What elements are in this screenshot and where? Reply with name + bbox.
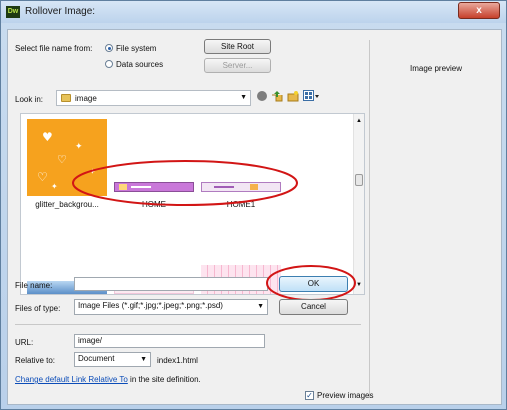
up-folder-icon[interactable]: [271, 90, 283, 102]
folder-icon: [61, 94, 71, 102]
files-of-type-dropdown[interactable]: Image Files (*.gif;*.jpg;*.jpeg;*.png;*.…: [74, 299, 268, 315]
relative-to-value: Document: [78, 354, 115, 363]
preview-separator: [369, 40, 370, 398]
link-relative-note: Change default Link Relative To in the s…: [15, 375, 201, 384]
cancel-button[interactable]: Cancel: [279, 299, 348, 315]
file-system-radio[interactable]: [105, 44, 113, 52]
server-button[interactable]: Server...: [204, 58, 271, 73]
data-sources-radio[interactable]: [105, 60, 113, 68]
files-of-type-label: Files of type:: [15, 304, 61, 313]
url-input[interactable]: image/: [74, 334, 265, 348]
close-button[interactable]: x: [458, 2, 500, 19]
new-folder-icon[interactable]: [287, 90, 299, 102]
dialog-body: Select file name from: File system Data …: [7, 29, 502, 405]
back-icon[interactable]: [257, 91, 267, 101]
chevron-down-icon: ▼: [257, 303, 264, 310]
red-annotation-circle: [266, 265, 356, 301]
chevron-down-icon: ▼: [140, 356, 147, 363]
chevron-down-icon: ▼: [240, 94, 247, 101]
look-in-label: Look in:: [15, 95, 44, 104]
preview-images-checkbox[interactable]: ✓: [305, 391, 314, 400]
image-preview-label: Image preview: [410, 64, 463, 73]
preview-images-label: Preview images: [317, 391, 374, 400]
files-of-type-value: Image Files (*.gif;*.jpg;*.jpeg;*.png;*.…: [78, 301, 223, 310]
look-in-value: image: [75, 94, 97, 103]
url-label: URL:: [15, 338, 34, 347]
form-separator: [15, 324, 361, 325]
relative-to-label: Relative to:: [15, 356, 56, 365]
file-name-label: File name:: [15, 281, 53, 290]
relative-to-file: index1.html: [157, 356, 198, 365]
relative-to-dropdown[interactable]: Document ▼: [74, 352, 151, 367]
dreamweaver-app-icon: Dw: [6, 6, 20, 18]
view-menu-icon[interactable]: [303, 90, 319, 102]
file-name-input[interactable]: [74, 277, 268, 291]
link-note-rest: in the site definition.: [127, 375, 201, 384]
file-system-label: File system: [116, 44, 157, 53]
change-link-relative-link[interactable]: Change default Link Relative To: [15, 375, 128, 384]
data-sources-label: Data sources: [116, 60, 164, 69]
title-bar: Dw Rollover Image: x: [1, 1, 506, 23]
window-title: Rollover Image:: [25, 6, 96, 17]
site-root-button[interactable]: Site Root: [204, 39, 271, 54]
look-in-dropdown[interactable]: image ▼: [56, 90, 251, 106]
rollover-image-dialog: Dw Rollover Image: x Select file name fr…: [0, 0, 507, 410]
select-from-label: Select file name from:: [15, 44, 93, 53]
